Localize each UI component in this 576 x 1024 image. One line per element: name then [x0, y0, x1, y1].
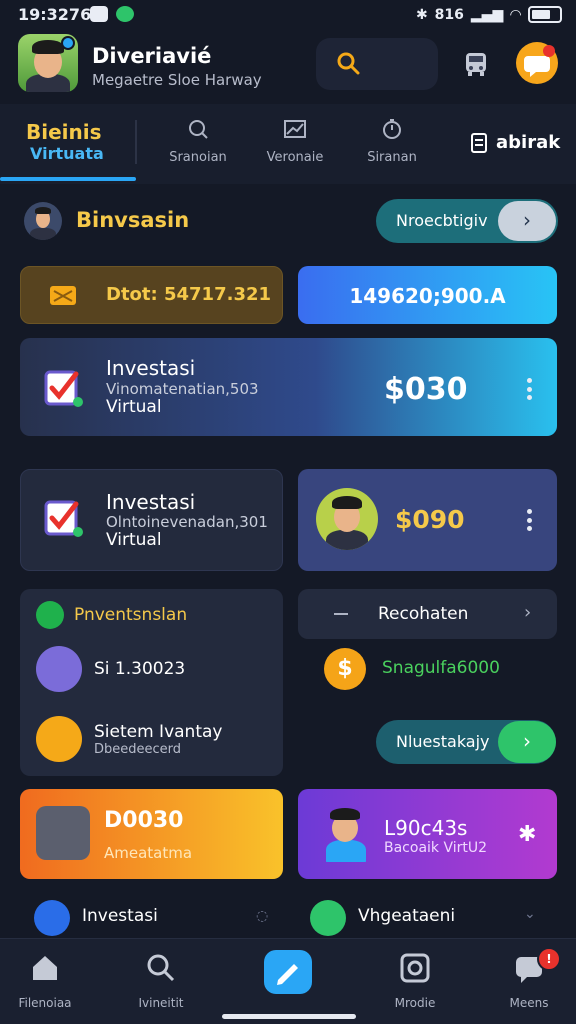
nav-label: Mrodie [394, 996, 436, 1010]
promo-title: D0030 [104, 808, 184, 833]
promo-title: L90c43s [384, 816, 468, 840]
investment-card-wide[interactable] [20, 338, 557, 436]
investment-subtitle: Olntoinevenadan,301 [106, 513, 268, 531]
total-value: 149620;900.A [349, 284, 506, 308]
home-icon [33, 956, 57, 980]
tab-label: Veronaie [266, 150, 324, 165]
checklist-icon [44, 500, 83, 537]
wallet-icon [50, 286, 76, 305]
tab-label: Siranan [367, 150, 417, 165]
more-options-icon[interactable] [526, 378, 532, 400]
amount-value: $090 [395, 505, 465, 534]
nav-label: Ivineitit [138, 996, 184, 1010]
balance-text: Dtot: 54717.321 [106, 284, 272, 305]
tab-abirak[interactable]: abirak [470, 132, 560, 153]
investment-title: Investasi [106, 356, 196, 380]
document-icon [471, 132, 487, 153]
tab-right-label: abirak [496, 132, 561, 153]
edit-icon [277, 964, 298, 985]
chevron-down-icon: ⌄ [524, 906, 536, 922]
tab-veronaie[interactable]: Veronaie [250, 118, 340, 168]
nav-label: Filenoiaa [18, 996, 72, 1010]
minus-icon [334, 613, 348, 615]
more-options-icon[interactable] [526, 509, 532, 531]
list-item[interactable]: Investasi [82, 906, 158, 926]
chat-bubble-icon [524, 45, 555, 77]
investment-type: Virtual [106, 397, 162, 417]
nav-label: Meens [509, 996, 549, 1010]
check-circle-icon[interactable] [36, 646, 82, 692]
sparkle-icon: ✱ [518, 822, 537, 847]
gallery-icon [90, 6, 108, 22]
nav-home[interactable]: Filenoiaa [0, 952, 90, 1010]
battery-icon [528, 6, 562, 23]
notification-icon[interactable] [516, 42, 558, 84]
coin-value: Snagulfa6000 [382, 658, 500, 678]
chevron-right-icon[interactable]: › [498, 721, 556, 763]
notification-badge: ! [537, 947, 561, 971]
status-text: 816 [434, 6, 464, 23]
section-action-label: Nroecbtigiv [396, 211, 488, 230]
list-header: Pnventsnslan [74, 605, 188, 625]
app-notification-icon [116, 6, 134, 22]
bus-icon[interactable] [462, 50, 490, 78]
search-chart-icon [189, 120, 208, 139]
bluetooth-icon: ✱ [415, 6, 428, 23]
list-item[interactable]: Sietem Ivantay [94, 722, 222, 742]
tab-underline [0, 177, 136, 181]
investment-subtitle: Vinomatenatian,503 [106, 380, 259, 398]
section-title: Binvsasin [76, 208, 190, 232]
promo-subtitle: Ameatatma [104, 844, 193, 862]
home-indicator[interactable] [222, 1014, 356, 1019]
tab-divider [135, 120, 137, 164]
chat-icon[interactable] [36, 716, 82, 762]
investment-amount: $030 [384, 372, 468, 407]
clock-icon [383, 119, 401, 139]
tab-active-line1: Bieinis [26, 120, 102, 144]
section-avatar [24, 202, 62, 240]
camera-icon [400, 953, 430, 983]
nav-camera[interactable]: Mrodie [370, 952, 460, 1010]
user-avatar [316, 488, 378, 550]
tab-siranan[interactable]: Siranan [347, 118, 437, 168]
app-title: Diveriavié [92, 44, 212, 68]
list-item[interactable]: Si 1.30023 [94, 659, 185, 679]
stock-chart-icon [284, 120, 306, 138]
tab-active-line2: Virtuata [30, 144, 104, 163]
tools-icon [36, 806, 90, 860]
nav-search[interactable]: Ivineitit [116, 952, 206, 1010]
globe-icon [36, 601, 64, 629]
status-icons: ✱ 816 ▂▄▆ ◠ [416, 6, 562, 23]
promo-subtitle: Bacoaik VirtU2 [384, 840, 488, 856]
coin-icon: $ [324, 648, 366, 690]
chevron-right-icon[interactable]: › [524, 602, 531, 623]
signal-icon: ▂▄▆ [470, 6, 504, 23]
tab-sranoian[interactable]: Sranoian [153, 118, 243, 168]
investment-type: Virtual [106, 530, 162, 550]
checklist-icon [44, 370, 83, 407]
tab-label: Sranoian [169, 150, 227, 165]
search-button[interactable] [316, 38, 438, 90]
verified-badge-icon [61, 36, 75, 50]
chevron-icon: ◌ [256, 908, 269, 924]
search-icon [337, 52, 360, 75]
search-icon [147, 954, 175, 982]
shield-icon[interactable] [34, 900, 70, 936]
app-subtitle: Megaetre Sloe Harway [92, 71, 262, 89]
chevron-right-icon[interactable]: › [498, 201, 556, 241]
recommendation-label: Recohaten [378, 604, 469, 624]
wallet-icon[interactable] [310, 900, 346, 936]
list-item-subtitle: Dbeedeecerd [94, 742, 182, 757]
invest-button-label: Nluestakajy [396, 732, 490, 751]
wifi-icon: ◠ [510, 6, 521, 23]
user-avatar [320, 802, 372, 862]
investment-title: Investasi [106, 490, 196, 514]
status-time: 19:3276 [18, 5, 92, 24]
nav-create[interactable] [264, 950, 312, 994]
list-item[interactable]: Vhgeataeni [358, 906, 455, 926]
